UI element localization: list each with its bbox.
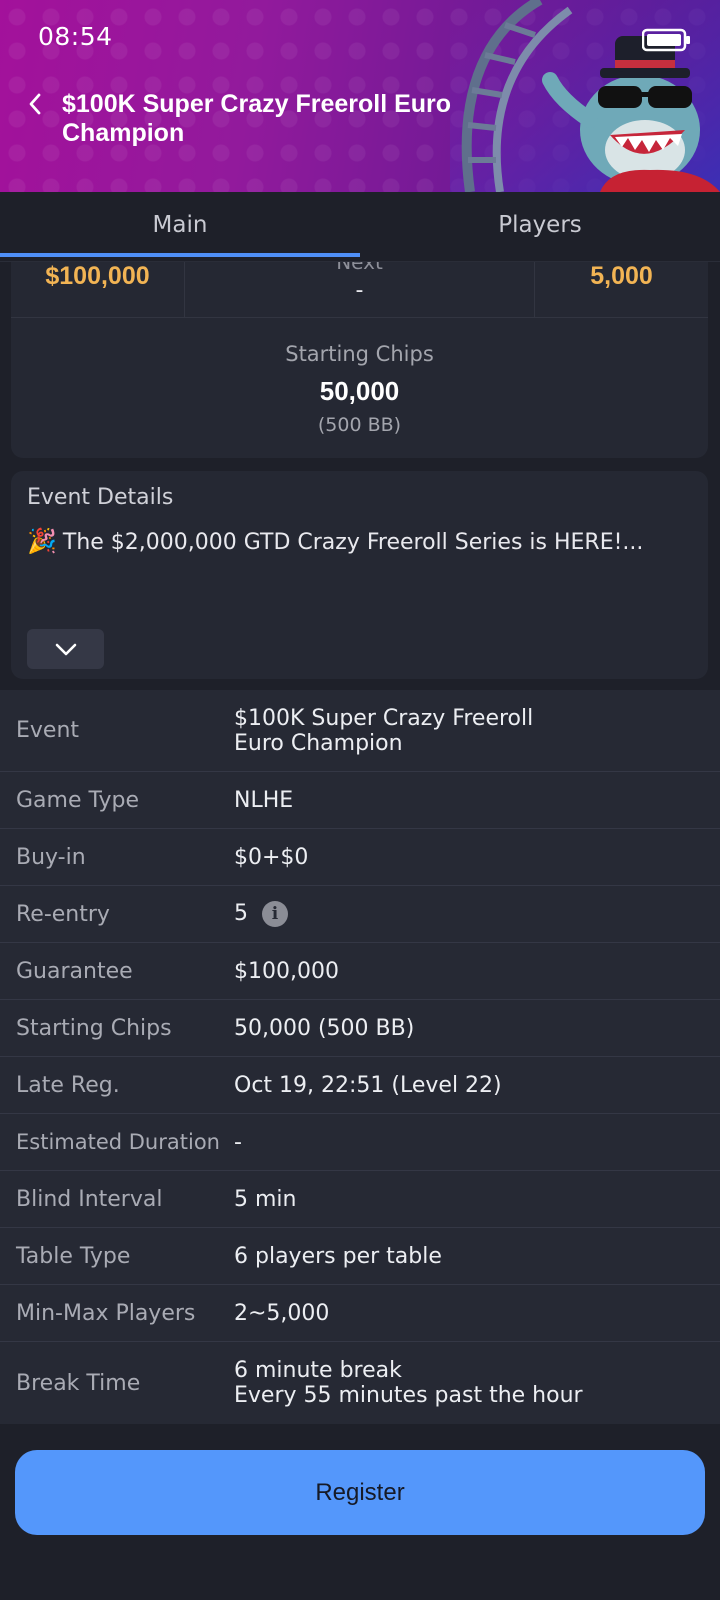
event-details-card: Event Details 🎉 The $2,000,000 GTD Crazy … [11,471,708,679]
info-row-starting-chips: Starting Chips 50,000 (500 BB) [0,1000,720,1057]
tournament-info-table: Event $100K Super Crazy Freeroll Euro Ch… [0,690,720,1424]
starting-chips-bb: (500 BB) [317,414,402,436]
entries-value: 5,000 [590,262,653,290]
stats-row: $100,000 Next - 5,000 [11,262,708,318]
register-button[interactable]: Register [15,1450,705,1535]
info-key: Starting Chips [16,1015,172,1041]
info-value: NLHE [234,787,294,813]
info-row-guarantee: Guarantee $100,000 [0,943,720,1000]
expand-details-button[interactable] [27,629,104,669]
info-key: Guarantee [16,958,133,984]
page-title: $100K Super Crazy Freeroll Euro Champion [62,90,452,147]
info-key: Buy-in [16,844,86,870]
info-value: 5i [234,897,720,931]
info-key: Game Type [16,787,140,813]
info-value: $100,000 [234,958,339,984]
event-details-summary: The $2,000,000 GTD Crazy Freeroll Series… [62,530,644,555]
info-key: Blind Interval [16,1186,163,1212]
tournament-stats-card: $100,000 Next - 5,000 Starting Chips 50,… [11,262,708,458]
info-row-table-type: Table Type 6 players per table [0,1228,720,1285]
info-key: Estimated Duration [16,1130,220,1154]
prize-pool-value: $100,000 [45,262,150,290]
prize-pool-cell: $100,000 [11,262,185,318]
back-arrow-icon[interactable] [24,92,48,116]
break-time-line1: 6 minute break [234,1358,402,1383]
chevron-down-icon [55,643,76,656]
party-popper-icon: 🎉 [27,527,57,555]
info-key: Break Time [16,1370,141,1396]
event-details-title: Event Details [27,485,174,510]
info-key: Event [16,718,80,743]
tab-bar: Main Players [0,192,720,262]
info-icon[interactable]: i [262,901,288,927]
info-row-break-time: Break Time 6 minute break Every 55 minut… [0,1342,720,1424]
info-row-estimated-duration: Estimated Duration - [0,1114,720,1171]
info-value: $0+$0 [234,844,309,870]
info-value: 6 minute break Every 55 minutes past the… [234,1354,720,1412]
re-entry-value: 5 [234,901,248,926]
info-row-buy-in: Buy-in $0+$0 [0,829,720,886]
break-time-line2: Every 55 minutes past the hour [234,1383,583,1408]
info-row-late-reg: Late Reg. Oct 19, 22:51 (Level 22) [0,1057,720,1114]
battery-icon [642,28,690,52]
info-value: 5 min [234,1186,297,1212]
next-level-cell: Next - [185,262,535,318]
starting-chips-value: 50,000 [319,376,400,406]
info-key: Min-Max Players [16,1300,196,1326]
info-row-re-entry: Re-entry 5i [0,886,720,943]
entries-cell: 5,000 [535,262,708,318]
info-row-event: Event $100K Super Crazy Freeroll Euro Ch… [0,690,720,772]
tab-main[interactable]: Main [0,192,360,261]
next-value: - [355,278,364,303]
starting-chips-label: Starting Chips [285,342,434,366]
info-key: Table Type [16,1243,131,1269]
info-value: 6 players per table [234,1243,442,1269]
info-row-min-max-players: Min-Max Players 2~5,000 [0,1285,720,1342]
info-value: $100K Super Crazy Freeroll Euro Champion [234,705,534,756]
info-key: Re-entry [16,901,110,927]
info-row-game-type: Game Type NLHE [0,772,720,829]
info-value: 2~5,000 [234,1300,330,1326]
header-banner: 08:54 $100K Super Crazy Freeroll Euro Ch… [0,0,720,192]
status-time: 08:54 [38,22,113,51]
next-label: Next [336,262,383,274]
info-row-blind-interval: Blind Interval 5 min [0,1171,720,1228]
info-value: - [234,1129,242,1155]
tab-players[interactable]: Players [360,192,720,261]
event-details-text: 🎉 The $2,000,000 GTD Crazy Freeroll Serie… [27,527,643,555]
info-value: 50,000 (500 BB) [234,1015,415,1041]
info-value: Oct 19, 22:51 (Level 22) [234,1072,502,1098]
info-key: Late Reg. [16,1072,120,1098]
